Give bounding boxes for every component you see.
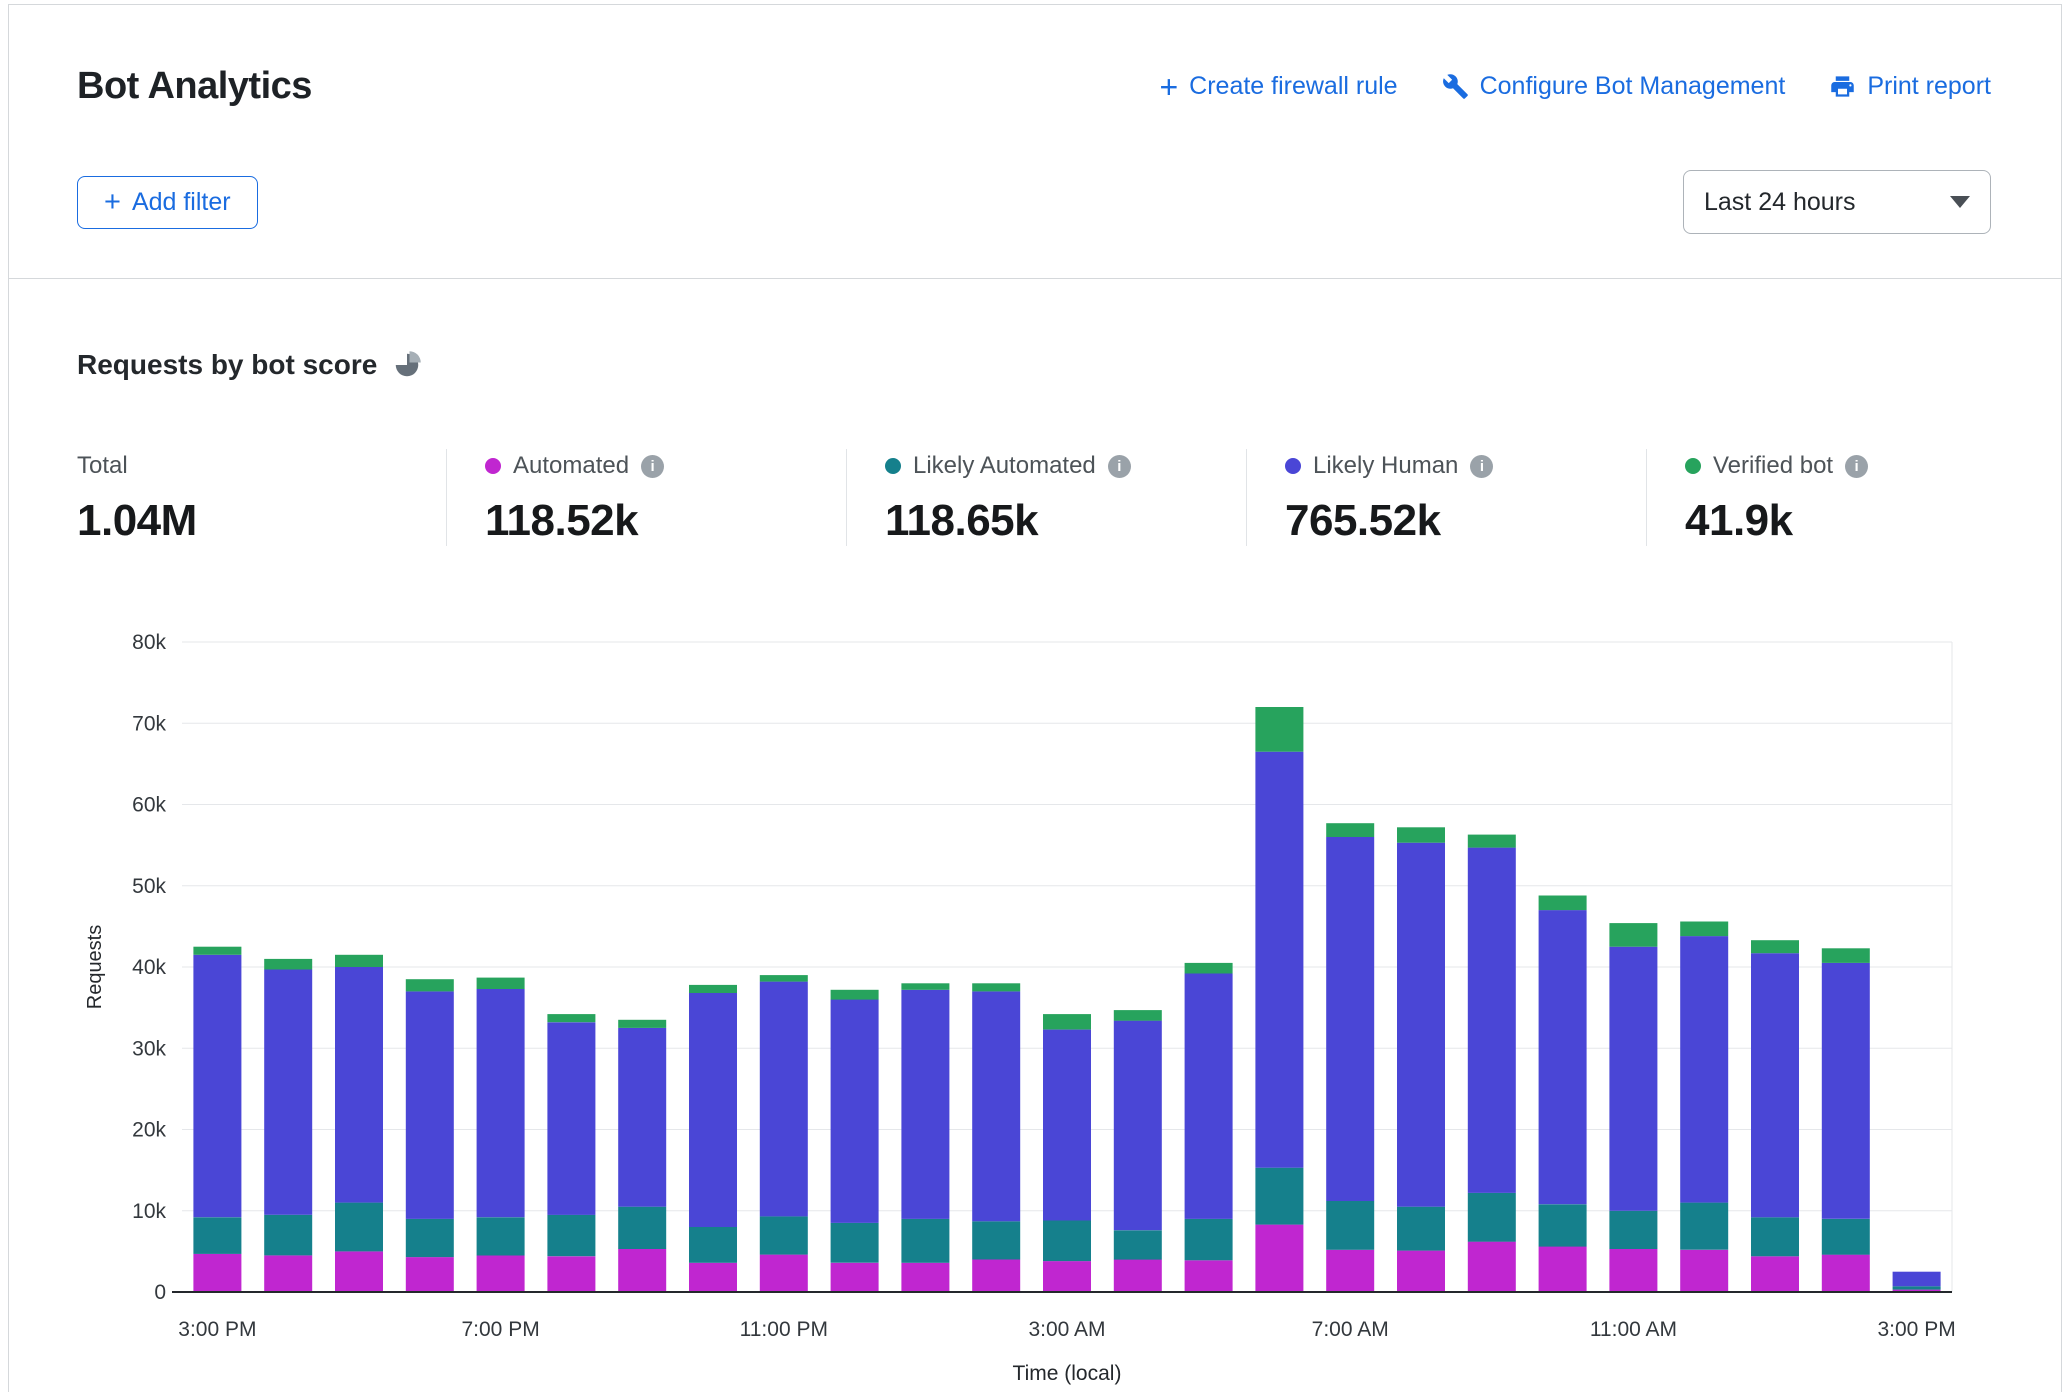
svg-text:3:00 AM: 3:00 AM [1028, 1318, 1105, 1341]
printer-icon [1829, 73, 1856, 100]
header: Bot Analytics Create firewall rule Confi… [9, 5, 2061, 279]
stat-total-value: 1.04M [77, 496, 446, 546]
time-range-select[interactable]: Last 24 hours [1683, 170, 1991, 234]
svg-text:3:00 PM: 3:00 PM [1877, 1318, 1955, 1341]
print-report-link[interactable]: Print report [1829, 72, 1991, 101]
info-icon[interactable] [1845, 455, 1868, 478]
add-filter-button[interactable]: Add filter [77, 176, 258, 229]
stat-likely-human-value: 765.52k [1285, 496, 1646, 546]
svg-text:10k: 10k [132, 1200, 166, 1223]
svg-text:7:00 AM: 7:00 AM [1312, 1318, 1389, 1341]
page-title: Bot Analytics [77, 65, 312, 108]
bot-analytics-card: Bot Analytics Create firewall rule Confi… [8, 4, 2062, 1392]
plus-icon [1159, 71, 1178, 103]
svg-text:11:00 PM: 11:00 PM [740, 1318, 828, 1341]
stat-automated-label: Automated [513, 452, 629, 480]
svg-text:50k: 50k [132, 875, 166, 898]
stat-verified-bot: Verified bot 41.9k [1647, 449, 1868, 546]
add-filter-label: Add filter [132, 188, 231, 217]
stat-total: Total 1.04M [77, 449, 447, 546]
configure-bot-management-link[interactable]: Configure Bot Management [1442, 72, 1786, 101]
stat-likely-automated-label: Likely Automated [913, 452, 1096, 480]
stat-automated-value: 118.52k [485, 496, 846, 546]
header-actions: Create firewall rule Configure Bot Manag… [1159, 71, 1991, 103]
stats-row: Total 1.04M Automated 118.52k Likely Aut… [77, 449, 1991, 546]
stat-likely-human: Likely Human 765.52k [1247, 449, 1647, 546]
create-firewall-rule-label: Create firewall rule [1189, 72, 1397, 101]
svg-text:40k: 40k [132, 956, 166, 979]
svg-text:70k: 70k [132, 712, 166, 735]
svg-text:11:00 AM: 11:00 AM [1590, 1318, 1677, 1341]
time-range-value: Last 24 hours [1704, 188, 1856, 217]
verified-bot-legend-dot [1685, 458, 1701, 474]
configure-bot-management-label: Configure Bot Management [1480, 72, 1786, 101]
plus-icon [104, 188, 121, 217]
svg-text:3:00 PM: 3:00 PM [178, 1318, 256, 1341]
likely-human-legend-dot [1285, 458, 1301, 474]
requests-by-bot-score-chart: 0 10k 20k 30k 40k 50k 60k 70k 80k 3:00 PM 7:00 PM 1… [77, 602, 1991, 1397]
automated-legend-dot [485, 458, 501, 474]
wrench-icon [1442, 73, 1469, 100]
stat-likely-human-label: Likely Human [1313, 452, 1458, 480]
info-icon[interactable] [641, 455, 664, 478]
requests-by-bot-score-section: Requests by bot score Total 1.04M Automa… [9, 279, 2061, 1397]
svg-text:0: 0 [154, 1281, 166, 1304]
stat-likely-automated-value: 118.65k [885, 496, 1246, 546]
info-icon[interactable] [1108, 455, 1131, 478]
svg-text:30k: 30k [132, 1037, 166, 1060]
pie-chart-icon [392, 350, 422, 380]
stat-automated: Automated 118.52k [447, 449, 847, 546]
svg-text:7:00 PM: 7:00 PM [461, 1318, 539, 1341]
print-report-label: Print report [1867, 72, 1991, 101]
svg-text:Requests: Requests [84, 925, 106, 1010]
stat-total-label: Total [77, 452, 128, 480]
stat-verified-bot-value: 41.9k [1685, 496, 1868, 546]
info-icon[interactable] [1470, 455, 1493, 478]
create-firewall-rule-link[interactable]: Create firewall rule [1159, 71, 1397, 103]
svg-text:Time (local): Time (local) [1013, 1362, 1122, 1385]
stat-likely-automated: Likely Automated 118.65k [847, 449, 1247, 546]
likely-automated-legend-dot [885, 458, 901, 474]
stat-verified-bot-label: Verified bot [1713, 452, 1833, 480]
svg-text:80k: 80k [132, 631, 166, 654]
section-title: Requests by bot score [77, 349, 377, 381]
svg-text:60k: 60k [132, 794, 166, 817]
chevron-down-icon [1950, 196, 1970, 208]
svg-text:20k: 20k [132, 1119, 166, 1142]
